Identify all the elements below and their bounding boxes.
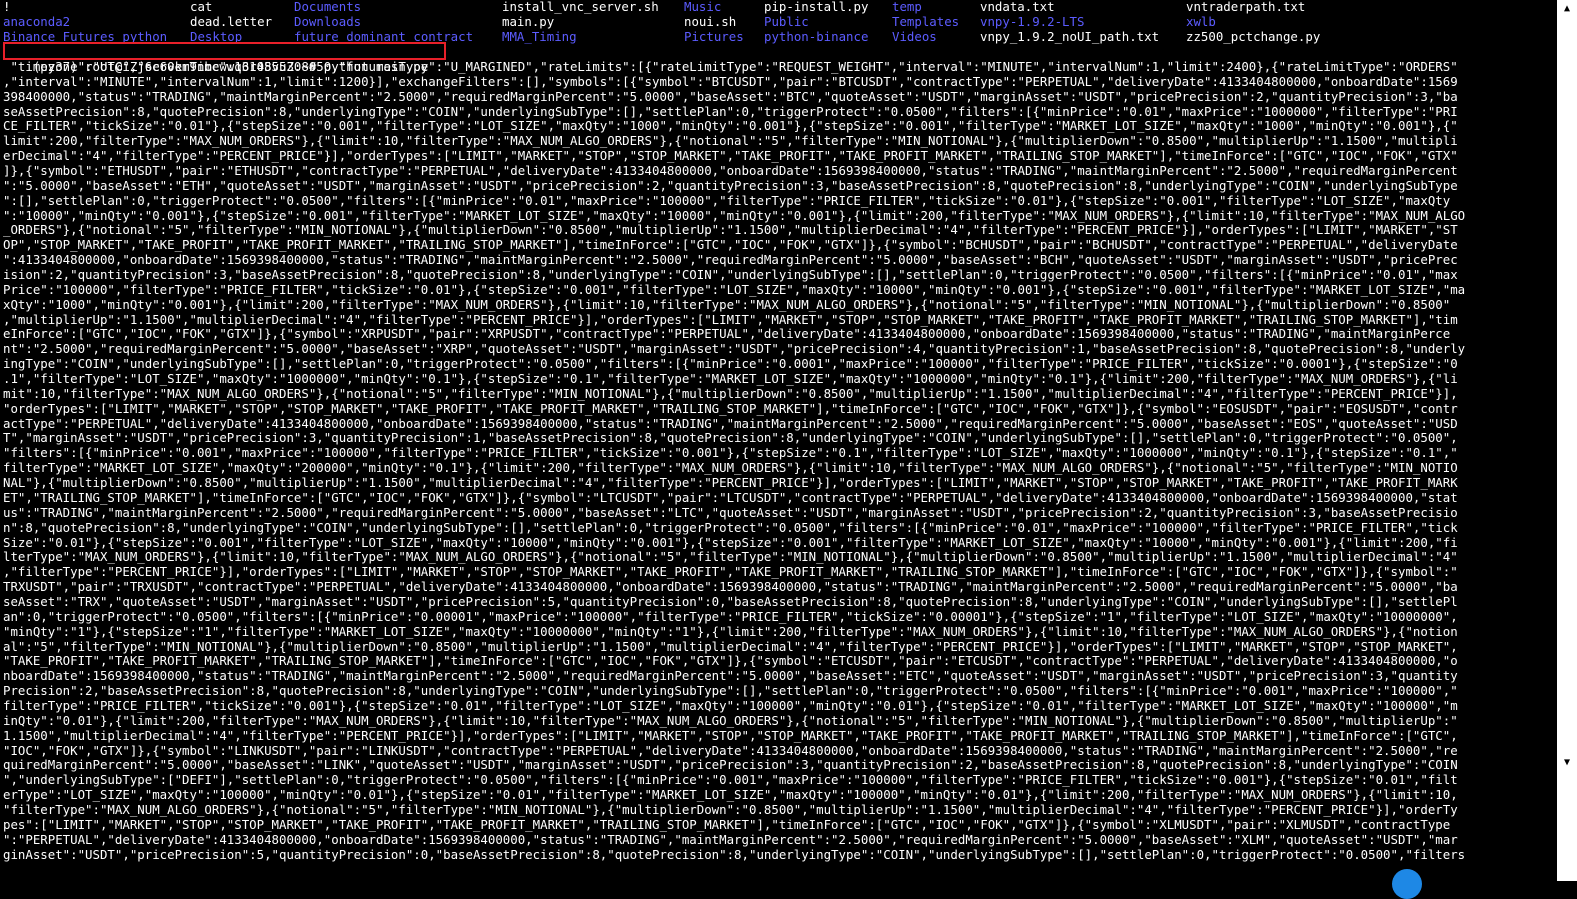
output-line: nt":"2.5000","requiredMarginPercent":"5.… — [3, 342, 1466, 357]
output-line: TRXUSDT","pair":"TRXUSDT","contractType"… — [3, 580, 1458, 595]
output-line: erDecimal":"4","filterType":"PERCENT_PRI… — [3, 149, 1458, 164]
output-line: limit":200,"filterType":"MAX_NUM_ORDERS"… — [3, 134, 1458, 149]
ls-directory-entry: anaconda2 — [3, 15, 71, 29]
ls-directory-entry: xwlb — [1186, 15, 1216, 29]
ls-directory-entry: Templates — [892, 15, 960, 29]
ls-file-entry: zz500_pctchange.py — [1186, 30, 1321, 44]
output-line: lterType":"MAX_NUM_ORDERS"},{"limit":10,… — [3, 550, 1458, 565]
terminal-window[interactable]: ! anaconda2 Binance_Futures_python cat dead.… — [0, 0, 1557, 881]
output-line: 1.1500","multiplierDecimal":"4","filterT… — [3, 728, 1458, 743]
output-line: filterType":"PRICE_FILTER","tickSize":"0… — [3, 698, 1458, 713]
ls-file-entry: vntraderpath.txt — [1186, 0, 1306, 14]
output-line: Price":"100000","filterType":"PRICE_FILT… — [3, 282, 1466, 297]
output-line: ,"multiplierUp":"1.1500","multiplierDeci… — [3, 312, 1458, 327]
ls-file-entry: ! — [3, 0, 11, 14]
output-line: inQty":"0.01"},{"limit":200,"filterType"… — [3, 713, 1458, 728]
ls-directory-entry: Pictures — [684, 30, 744, 44]
ls-directory-entry: python-binance — [764, 30, 869, 44]
scroll-down-arrow-icon[interactable]: ▼ — [1564, 756, 1570, 771]
ls-file-entry: vnpy_1.9.2_noUI_path.txt — [980, 30, 1160, 44]
output-line: nboardDate":1569398400000,"status":"TRAD… — [3, 669, 1458, 684]
ls-file-entry: noui.sh — [684, 15, 737, 29]
output-line: "filters":[{"minPrice":"0.001","maxPrice… — [3, 446, 1458, 461]
output-line: "TAKE_PROFIT","TAKE_PROFIT_MARKET","TRAI… — [3, 654, 1458, 669]
output-line: ":[],"settlePlan":0,"triggerProtect":"0.… — [3, 193, 1451, 208]
output-line: 398400000,"status":"TRADING","maintMargi… — [3, 89, 1458, 104]
output-line: ision":2,"quantityPrecision":3,"baseAsse… — [3, 268, 1458, 283]
output-line: "minQty":"1"},{"stepSize":"1","filterTyp… — [3, 624, 1458, 639]
command-highlight-box — [3, 42, 446, 60]
output-line: ,"interval":"MINUTE","intervalNum":1,"li… — [3, 74, 1458, 89]
output-line: OP","STOP_MARKET","TAKE_PROFIT","TAKE_PR… — [3, 238, 1458, 253]
output-line: .1","filterType":"LOT_SIZE","maxQty":"10… — [3, 372, 1458, 387]
output-line: T","marginAsset":"USDT","pricePrecision"… — [3, 431, 1458, 446]
floating-assistant-icon[interactable] — [1392, 869, 1422, 899]
ls-directory-entry: Public — [764, 15, 809, 29]
output-line: pes":["LIMIT","MARKET","STOP","STOP_MARK… — [3, 817, 1451, 832]
output-line: ,"filterType":"PERCENT_PRICE"}],"orderTy… — [3, 565, 1458, 580]
ls-directory-entry: Downloads — [294, 15, 362, 29]
output-line: Precision":2,"baseAssetPrecision":8,"quo… — [3, 684, 1458, 699]
program-output: "timezone":"UTC","serverTime":1614855308… — [3, 60, 1557, 862]
output-line: actType":"PERPETUAL","deliveryDate":4133… — [3, 416, 1458, 431]
ls-file-entry: dead.letter — [190, 15, 273, 29]
ls-directory-entry: Music — [684, 0, 722, 14]
output-line: quiredMarginPercent":"5.0000","baseAsset… — [3, 758, 1458, 773]
ls-directory-entry: vnpy-1.9.2-LTS — [980, 15, 1085, 29]
output-line: mit":10,"filterType":"MAX_NUM_ALGO_ORDER… — [3, 386, 1458, 401]
output-line: an":0,"triggerProtect":"0.0500","filters… — [3, 609, 1458, 624]
output-line: "IOC","FOK","GTX"]},{"symbol":"LINKUSDT"… — [3, 743, 1458, 758]
output-line: ","underlyingSubType":["DEFI"],"settlePl… — [3, 773, 1458, 788]
output-line: seAsset":"TRX","quoteAsset":"USDT","marg… — [3, 594, 1458, 609]
output-line: Size":"0.01"},{"stepSize":"0.001","filte… — [3, 535, 1458, 550]
output-line: ]},{"symbol":"ETHUSDT","pair":"ETHUSDT",… — [3, 164, 1458, 179]
ls-output: ! anaconda2 Binance_Futures_python cat dead.… — [3, 0, 1557, 45]
output-line: "filterType":"MAX_NUM_ALGO_ORDERS"},{"no… — [3, 802, 1458, 817]
scroll-up-arrow-icon[interactable]: ▲ — [1564, 2, 1570, 17]
output-line: ginAsset":"USDT","pricePrecision":5,"qua… — [3, 847, 1466, 862]
output-line: ":"PERPETUAL","deliveryDate":41334048000… — [3, 832, 1458, 847]
ls-file-entry: pip-install.py — [764, 0, 869, 14]
output-line: ":"10000","minQty":"0.001"},{"stepSize":… — [3, 208, 1466, 223]
terminal-scrollbar[interactable]: ▲ ▼ — [1557, 0, 1577, 881]
output-line: ingType":"COIN","underlyingSubType":[],"… — [3, 357, 1458, 372]
output-line: ":4133404800000,"onboardDate":1569398400… — [3, 253, 1458, 268]
output-line: ":"5.0000","baseAsset":"ETH","quoteAsset… — [3, 178, 1458, 193]
output-line: "orderTypes":["LIMIT","MARKET","STOP","S… — [3, 401, 1458, 416]
prompt-line[interactable]: (py37) root@iZj6c60km9nbcwwq3r05vuZ:~# p… — [3, 42, 1557, 74]
ls-file-entry: vndata.txt — [980, 0, 1055, 14]
output-line: seAssetPrecision":8,"quotePrecision":8,"… — [3, 104, 1458, 119]
output-line: n":8,"quotePrecision":8,"underlyingType"… — [3, 520, 1458, 535]
output-line: _ORDERS"},{"notional":"5","filterType":"… — [3, 223, 1458, 238]
ls-directory-entry: temp — [892, 0, 922, 14]
ls-file-entry: main.py — [502, 15, 555, 29]
output-line: NAL"},{"multiplierDown":"0.8500","multip… — [3, 476, 1458, 491]
ls-directory-entry: Documents — [294, 0, 362, 14]
output-line: CE_FILTER","tickSize":"0.01"},{"stepSize… — [3, 119, 1458, 134]
ls-file-entry: install_vnc_server.sh — [502, 0, 659, 14]
ls-directory-entry: MMA_Timing — [502, 30, 577, 44]
shell-prompt-command: (py37) root@iZj6c60km9nbcwwq3r05vuZ:~# p… — [32, 58, 429, 74]
output-line: eInForce":["GTC","IOC","FOK","GTX"]},{"s… — [3, 327, 1451, 342]
output-line: filterType":"MARKET_LOT_SIZE","maxQty":"… — [3, 461, 1458, 476]
output-line: us":"TRADING","maintMarginPercent":"2.50… — [3, 505, 1458, 520]
output-line: xQty":"1000","minQty":"0.001"},{"limit":… — [3, 297, 1451, 312]
ls-directory-entry: Videos — [892, 30, 937, 44]
output-line: erType":"LOT_SIZE","maxQty":"100000","mi… — [3, 788, 1458, 803]
ls-file-entry: cat — [190, 0, 213, 14]
output-line: al":"5","filterType":"MIN_NOTIONAL"},{"m… — [3, 639, 1458, 654]
output-line: ET","TRAILING_STOP_MARKET"],"timeInForce… — [3, 490, 1458, 505]
